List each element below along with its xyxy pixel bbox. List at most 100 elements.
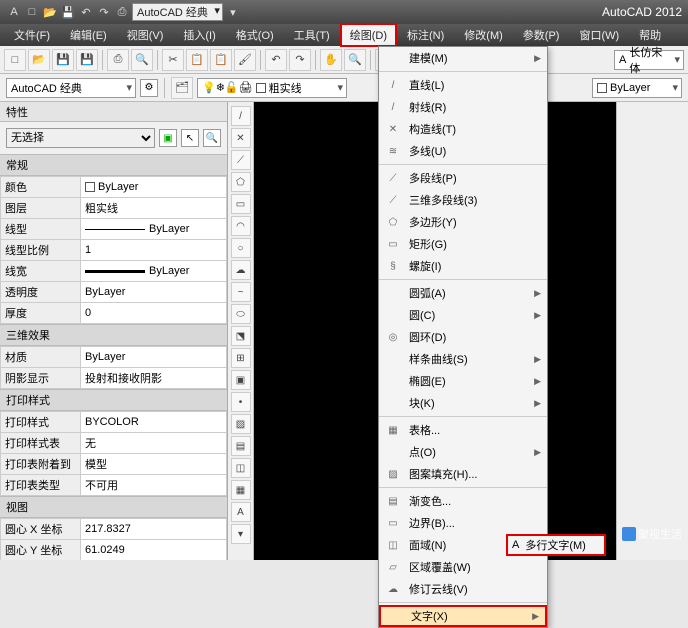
pline-tool[interactable]: ⟋: [231, 150, 251, 170]
prop-value[interactable]: 1: [81, 240, 227, 261]
menu-修改(M)[interactable]: 修改(M): [454, 23, 513, 47]
prop-value[interactable]: 61.0249: [81, 540, 227, 561]
prop-value[interactable]: 投射和接收阴影: [81, 368, 227, 389]
text-submenu[interactable]: A 多行文字(M): [506, 534, 606, 556]
saveas-button[interactable]: 💾: [76, 49, 98, 71]
menu-item-块(K)[interactable]: 块(K)▶: [379, 392, 547, 414]
prop-value[interactable]: ByLayer: [81, 282, 227, 303]
menu-item-圆弧(A)[interactable]: 圆弧(A)▶: [379, 282, 547, 304]
menu-item-建模(M)[interactable]: 建模(M)▶: [379, 47, 547, 69]
plot-button[interactable]: ⎙: [107, 49, 129, 71]
prop-value[interactable]: 无: [81, 433, 227, 454]
prop-group-打印样式[interactable]: 打印样式: [0, 389, 227, 411]
menu-标注(N)[interactable]: 标注(N): [397, 23, 454, 47]
menu-item-圆(C)[interactable]: 圆(C)▶: [379, 304, 547, 326]
menu-item-多边形(Y)[interactable]: ⬠多边形(Y): [379, 211, 547, 233]
arc-tool[interactable]: ◠: [231, 216, 251, 236]
prop-value[interactable]: ByLayer: [81, 347, 227, 368]
menu-格式(O)[interactable]: 格式(O): [226, 23, 284, 47]
menu-item-螺旋(I)[interactable]: §螺旋(I): [379, 255, 547, 277]
mtext-tool[interactable]: A: [231, 502, 251, 522]
block-tool[interactable]: ▣: [231, 370, 251, 390]
prop-group-常规[interactable]: 常规: [0, 154, 227, 176]
prop-value[interactable]: 不可用: [81, 475, 227, 496]
menu-插入(I)[interactable]: 插入(I): [173, 23, 225, 47]
copy-button[interactable]: 📋: [186, 49, 208, 71]
selection-dropdown[interactable]: 无选择: [6, 128, 155, 148]
menu-item-圆环(D)[interactable]: ◎圆环(D): [379, 326, 547, 348]
menu-item-区域覆盖(W)[interactable]: ▱区域覆盖(W): [379, 556, 547, 578]
save-icon[interactable]: 💾: [60, 4, 76, 20]
menu-item-多段线(P)[interactable]: ⟋多段线(P): [379, 167, 547, 189]
workspace-settings-button[interactable]: ⚙: [140, 79, 158, 97]
new-button[interactable]: □: [4, 49, 26, 71]
prop-value[interactable]: 模型: [81, 454, 227, 475]
cut-button[interactable]: ✂: [162, 49, 184, 71]
menu-窗口(W)[interactable]: 窗口(W): [569, 23, 629, 47]
addselect-tool[interactable]: ▾: [231, 524, 251, 544]
workspace-dropdown[interactable]: AutoCAD 经典: [132, 3, 223, 21]
menu-工具(T)[interactable]: 工具(T): [284, 23, 340, 47]
menu-item-边界(B)...[interactable]: ▭边界(B)...: [379, 512, 547, 534]
menu-item-修订云线(V)[interactable]: ☁修订云线(V): [379, 578, 547, 600]
prop-group-三维效果[interactable]: 三维效果: [0, 324, 227, 346]
match-button[interactable]: 🖌: [234, 49, 256, 71]
menu-视图(V)[interactable]: 视图(V): [117, 23, 174, 47]
menu-item-文字(X)[interactable]: 文字(X)▶: [379, 605, 547, 627]
menu-文件(F)[interactable]: 文件(F): [4, 23, 60, 47]
menu-item-椭圆(E)[interactable]: 椭圆(E)▶: [379, 370, 547, 392]
save-button[interactable]: 💾: [52, 49, 74, 71]
table-tool[interactable]: ▦: [231, 480, 251, 500]
prop-value[interactable]: ByLayer: [81, 177, 227, 198]
app-menu-icon[interactable]: A: [6, 4, 22, 20]
prop-value[interactable]: ByLayer: [81, 219, 227, 240]
insert-tool[interactable]: ⊞: [231, 348, 251, 368]
revcloud-tool[interactable]: ☁: [231, 260, 251, 280]
spline-tool[interactable]: ~: [231, 282, 251, 302]
menu-item-渐变色...[interactable]: ▤渐变色...: [379, 490, 547, 512]
redo-icon[interactable]: ↷: [96, 4, 112, 20]
menu-item-矩形(G)[interactable]: ▭矩形(G): [379, 233, 547, 255]
qat-more-icon[interactable]: ▾: [225, 4, 241, 20]
open-button[interactable]: 📂: [28, 49, 50, 71]
gradient-tool[interactable]: ▤: [231, 436, 251, 456]
ellipsearc-tool[interactable]: ⬔: [231, 326, 251, 346]
prop-value[interactable]: 217.8327: [81, 519, 227, 540]
menu-参数(P)[interactable]: 参数(P): [513, 23, 570, 47]
layer-combo[interactable]: 💡❄🔓🖨 粗实线: [197, 78, 347, 98]
polygon-tool[interactable]: ⬠: [231, 172, 251, 192]
zoom-button[interactable]: 🔍: [344, 49, 366, 71]
circle-tool[interactable]: ○: [231, 238, 251, 258]
rect-tool[interactable]: ▭: [231, 194, 251, 214]
line-tool[interactable]: /: [231, 106, 251, 126]
workspace-combo[interactable]: AutoCAD 经典: [6, 78, 136, 98]
open-icon[interactable]: 📂: [42, 4, 58, 20]
select-objects-button[interactable]: ↖: [181, 129, 199, 147]
menu-item-多线(U)[interactable]: ≋多线(U): [379, 140, 547, 162]
toggle-pickadd-button[interactable]: ▣: [159, 129, 177, 147]
quick-select-button[interactable]: 🔍: [203, 129, 221, 147]
xline-tool[interactable]: ✕: [231, 128, 251, 148]
ellipse-tool[interactable]: ⬭: [231, 304, 251, 324]
prop-value[interactable]: ByLayer: [81, 261, 227, 282]
pan-button[interactable]: ✋: [320, 49, 342, 71]
undo-icon[interactable]: ↶: [78, 4, 94, 20]
menu-item-三维多段线(3)[interactable]: ⟋三维多段线(3): [379, 189, 547, 211]
prop-value[interactable]: 0: [81, 303, 227, 324]
region-tool[interactable]: ◫: [231, 458, 251, 478]
hatch-tool[interactable]: ▨: [231, 414, 251, 434]
color-combo[interactable]: ByLayer: [592, 78, 682, 98]
annostyle-combo[interactable]: A长仿宋体: [614, 50, 684, 70]
preview-button[interactable]: 🔍: [131, 49, 153, 71]
layer-props-button[interactable]: 🗂: [171, 77, 193, 99]
menu-item-样条曲线(S)[interactable]: 样条曲线(S)▶: [379, 348, 547, 370]
undo-button[interactable]: ↶: [265, 49, 287, 71]
menu-item-表格...[interactable]: ▦表格...: [379, 419, 547, 441]
menu-item-直线(L)[interactable]: /直线(L): [379, 74, 547, 96]
new-icon[interactable]: □: [24, 4, 40, 20]
point-tool[interactable]: •: [231, 392, 251, 412]
menu-item-图案填充(H)...[interactable]: ▨图案填充(H)...: [379, 463, 547, 485]
menu-编辑(E)[interactable]: 编辑(E): [60, 23, 117, 47]
plot-icon[interactable]: ⎙: [114, 4, 130, 20]
redo-button[interactable]: ↷: [289, 49, 311, 71]
